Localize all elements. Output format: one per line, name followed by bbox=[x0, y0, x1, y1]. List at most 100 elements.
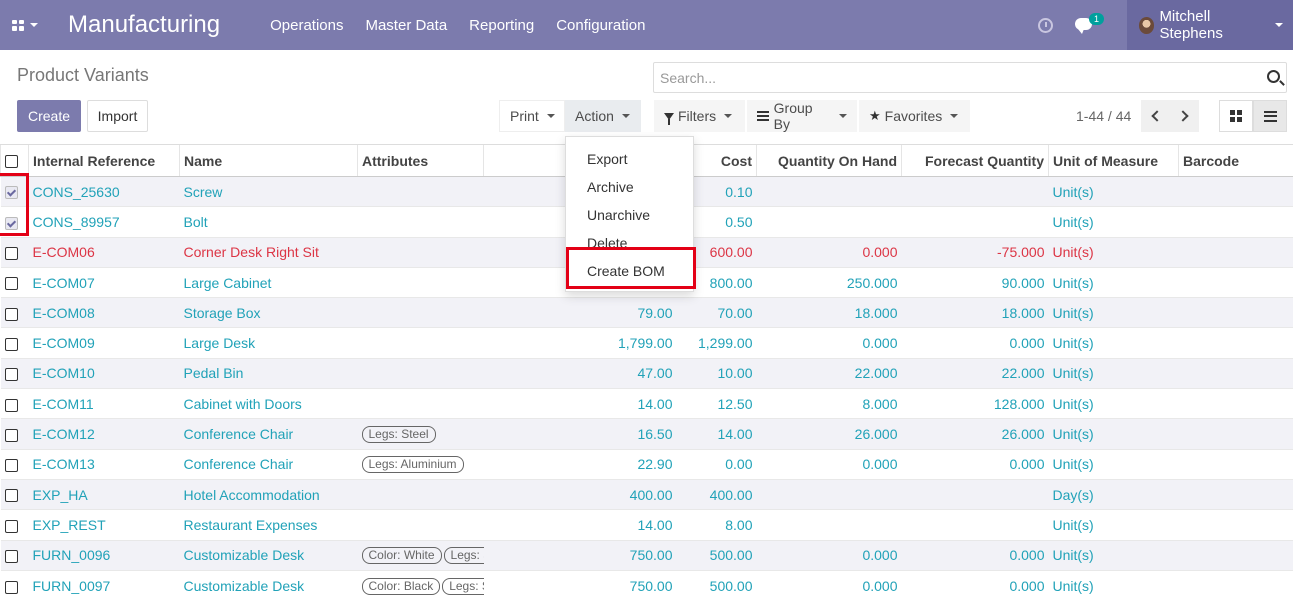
column-barcode[interactable]: Barcode bbox=[1178, 144, 1293, 177]
pager-next-button[interactable] bbox=[1170, 100, 1199, 132]
row-checkbox[interactable] bbox=[4, 307, 18, 321]
pager-value[interactable]: 1-44 / 44 bbox=[1076, 108, 1131, 124]
table-row[interactable]: FURN_0097 Customizable Desk Color: Black Le… bbox=[0, 569, 1293, 601]
print-button[interactable]: Print bbox=[499, 100, 565, 132]
filter-icon bbox=[664, 112, 674, 125]
cell-forecast-quantity: 0.000 bbox=[901, 448, 1049, 480]
row-checkbox[interactable] bbox=[4, 398, 18, 412]
action-label: Action bbox=[575, 108, 614, 124]
cell-quantity-on-hand bbox=[756, 509, 902, 541]
cell-barcode bbox=[1178, 357, 1293, 389]
cell-quantity-on-hand: 0.000 bbox=[756, 569, 902, 601]
row-checkbox[interactable] bbox=[4, 428, 18, 442]
row-checkbox[interactable] bbox=[4, 519, 18, 533]
cell-attributes: Color: WhiteLegs: Steel bbox=[357, 539, 484, 571]
menu-item-export[interactable]: Export bbox=[566, 145, 693, 173]
cell-sales-price: 79.00 bbox=[483, 297, 677, 328]
cell-unit-of-measure: Unit(s) bbox=[1048, 509, 1179, 541]
column-unit-of-measure[interactable]: Unit of Measure bbox=[1048, 144, 1179, 177]
menu-operations[interactable]: Operations bbox=[270, 17, 343, 34]
table-row[interactable]: E-COM10 Pedal Bin 47.00 10.00 22.000 22.000 Un… bbox=[0, 357, 1293, 389]
group-by-button[interactable]: Group By bbox=[747, 100, 857, 132]
cell-cost: 12.50 bbox=[676, 388, 757, 419]
highlight-create-bom bbox=[566, 247, 696, 289]
cell-attributes bbox=[357, 175, 484, 207]
menu-item-unarchive[interactable]: Unarchive bbox=[566, 201, 693, 229]
cell-unit-of-measure: Unit(s) bbox=[1048, 327, 1179, 359]
menu-reporting[interactable]: Reporting bbox=[469, 17, 534, 34]
user-menu[interactable]: Mitchell Stephens bbox=[1127, 0, 1293, 50]
activity-clock-icon[interactable] bbox=[1038, 17, 1053, 33]
cell-sales-price: 22.90 bbox=[483, 448, 677, 480]
kanban-view-button[interactable] bbox=[1219, 100, 1253, 132]
row-select-cell bbox=[0, 388, 29, 419]
attribute-tag: Legs: Steel bbox=[361, 426, 436, 444]
attribute-tag: Legs: Steel bbox=[442, 577, 484, 595]
cell-internal-reference: EXP_REST bbox=[28, 509, 180, 541]
cell-name: Large Desk bbox=[179, 327, 358, 359]
table-row[interactable]: E-COM09 Large Desk 1,799.00 1,299.00 0.000 0.… bbox=[0, 327, 1293, 359]
row-checkbox[interactable] bbox=[4, 489, 18, 503]
column-quantity-on-hand[interactable]: Quantity On Hand bbox=[756, 144, 902, 177]
favorites-label: Favorites bbox=[884, 108, 943, 124]
cell-cost: 14.00 bbox=[676, 418, 757, 450]
cell-cost: 400.00 bbox=[676, 478, 757, 510]
cell-attributes bbox=[357, 297, 484, 328]
create-button[interactable]: Create bbox=[17, 100, 81, 132]
row-checkbox[interactable] bbox=[4, 550, 18, 563]
star-icon: ★ bbox=[869, 108, 881, 124]
table-row[interactable]: E-COM13 Conference Chair Legs: Aluminium 22… bbox=[0, 448, 1293, 480]
cell-forecast-quantity: 0.000 bbox=[901, 569, 1049, 601]
search-input[interactable] bbox=[654, 63, 1234, 92]
cell-quantity-on-hand: 8.000 bbox=[756, 388, 902, 419]
highlight-selected-checkboxes bbox=[0, 173, 29, 236]
cell-sales-price: 1,799.00 bbox=[483, 327, 677, 359]
row-select-cell bbox=[0, 327, 29, 359]
action-button[interactable]: Action bbox=[565, 100, 641, 132]
row-checkbox[interactable] bbox=[4, 247, 18, 261]
cell-sales-price: 400.00 bbox=[483, 478, 677, 510]
favorites-button[interactable]: ★ Favorites bbox=[859, 100, 970, 132]
menu-item-archive[interactable]: Archive bbox=[566, 173, 693, 201]
column-internal-reference[interactable]: Internal Reference bbox=[28, 144, 180, 177]
column-attributes[interactable]: Attributes bbox=[357, 144, 484, 177]
menu-configuration[interactable]: Configuration bbox=[556, 17, 645, 34]
cell-barcode bbox=[1178, 418, 1293, 450]
app-name: Manufacturing bbox=[68, 11, 221, 38]
print-label: Print bbox=[510, 108, 539, 124]
table-row[interactable]: E-COM12 Conference Chair Legs: Steel 16.50 1… bbox=[0, 418, 1293, 450]
table-row[interactable]: E-COM11 Cabinet with Doors 14.00 12.50 8.000… bbox=[0, 388, 1293, 419]
table-row[interactable]: E-COM08 Storage Box 79.00 70.00 18.000 18.000… bbox=[0, 297, 1293, 328]
cell-barcode bbox=[1178, 388, 1293, 419]
cell-cost: 500.00 bbox=[676, 539, 757, 571]
column-forecast-quantity[interactable]: Forecast Quantity bbox=[901, 144, 1049, 177]
messaging-button[interactable]: 1 bbox=[1075, 13, 1107, 35]
search-icon[interactable] bbox=[1267, 70, 1280, 83]
cell-attributes bbox=[357, 236, 484, 268]
cell-cost: 0.00 bbox=[676, 448, 757, 480]
row-checkbox[interactable] bbox=[4, 277, 18, 291]
cell-forecast-quantity bbox=[901, 509, 1049, 541]
filters-button[interactable]: Filters bbox=[654, 100, 745, 132]
table-row[interactable]: EXP_HA Hotel Accommodation 400.00 400.00 Day… bbox=[0, 478, 1293, 510]
column-name[interactable]: Name bbox=[179, 144, 358, 177]
cell-unit-of-measure: Unit(s) bbox=[1048, 206, 1179, 238]
row-checkbox[interactable] bbox=[4, 459, 18, 473]
apps-menu-button[interactable] bbox=[0, 0, 50, 50]
cell-attributes bbox=[357, 509, 484, 541]
menu-master-data[interactable]: Master Data bbox=[365, 17, 447, 34]
import-button[interactable]: Import bbox=[87, 100, 148, 132]
pager-previous-button[interactable] bbox=[1141, 100, 1170, 132]
list-view-button[interactable] bbox=[1253, 100, 1287, 132]
table-row[interactable]: FURN_0096 Customizable Desk Color: White Le… bbox=[0, 539, 1293, 571]
cell-quantity-on-hand: 250.000 bbox=[756, 266, 902, 298]
cell-internal-reference: E-COM12 bbox=[28, 418, 180, 450]
row-checkbox[interactable] bbox=[4, 337, 18, 351]
group-by-label: Group By bbox=[773, 100, 813, 132]
row-checkbox[interactable] bbox=[4, 580, 18, 594]
cell-forecast-quantity: 26.000 bbox=[901, 418, 1049, 450]
cell-name: Customizable Desk bbox=[179, 539, 358, 571]
select-all-checkbox[interactable] bbox=[5, 155, 18, 169]
row-checkbox[interactable] bbox=[4, 368, 18, 382]
table-row[interactable]: EXP_REST Restaurant Expenses 14.00 8.00 Unit… bbox=[0, 509, 1293, 541]
